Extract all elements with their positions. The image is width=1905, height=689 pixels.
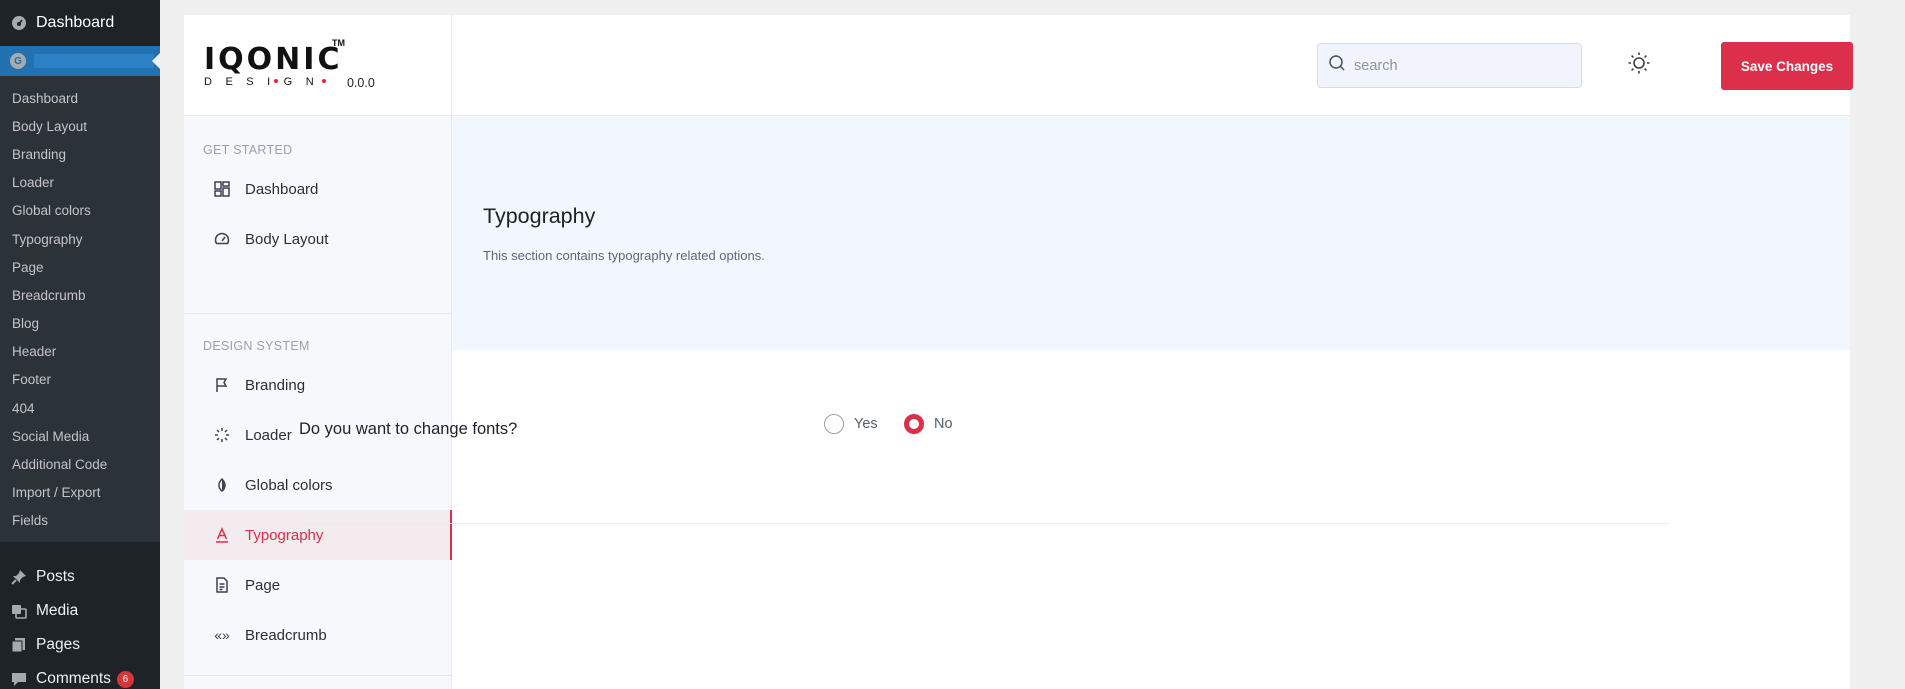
brand-subtitle: DESIGN: [204, 76, 328, 88]
wp-submenu-item[interactable]: Additional Code: [0, 450, 160, 478]
nav-item-breadcrumb[interactable]: «» Breadcrumb: [184, 610, 452, 660]
change-fonts-question: Do you want to change fonts?: [299, 420, 518, 438]
wp-submenu-item[interactable]: Dashboard: [0, 84, 160, 112]
wp-menu-posts[interactable]: Posts: [0, 560, 160, 594]
dashboard-gauge-icon: [10, 14, 28, 32]
wp-submenu-item[interactable]: Fields: [0, 507, 160, 535]
nav-item-label: Typography: [245, 526, 324, 544]
wp-submenu: Dashboard Body Layout Branding Loader Gl…: [0, 76, 160, 542]
wp-menu-pages-label: Pages: [36, 636, 80, 653]
brand-trademark: TM: [332, 38, 345, 48]
option-divider: [299, 523, 1669, 524]
wp-submenu-item[interactable]: Loader: [0, 169, 160, 197]
loader-icon: [213, 426, 231, 444]
wp-submenu-item[interactable]: Header: [0, 338, 160, 366]
breadcrumb-icon: «»: [214, 627, 230, 643]
wp-menu-media[interactable]: Media: [0, 594, 160, 628]
active-menu-arrow: [152, 53, 160, 69]
wp-menu-plugin-active[interactable]: G: [0, 46, 160, 76]
gauge-icon: [213, 230, 231, 248]
media-icon: [10, 602, 28, 620]
plugin-logo-icon: G: [10, 53, 26, 69]
brand-logo: IQONIC TM DESIGN 0.0.0: [184, 15, 452, 116]
wp-submenu-item[interactable]: 404: [0, 394, 160, 422]
nav-divider: [184, 675, 452, 676]
radio-yes-circle[interactable]: [824, 414, 844, 434]
wp-menu-comments[interactable]: Comments 6: [0, 662, 160, 689]
wp-admin-sidebar: Dashboard G Dashboard Body Layout Brandi…: [0, 0, 160, 689]
nav-item-label: Loader: [245, 426, 292, 444]
nav-item-label: Global colors: [245, 476, 333, 494]
nav-item-label: Branding: [245, 376, 306, 394]
search-input[interactable]: [1354, 57, 1574, 74]
wp-submenu-item[interactable]: Footer: [0, 366, 160, 394]
wp-menu-pages[interactable]: Pages: [0, 628, 160, 662]
wp-submenu-item[interactable]: Social Media: [0, 422, 160, 450]
flag-icon: [213, 376, 231, 394]
radio-no[interactable]: No: [904, 414, 953, 434]
nav-item-global-colors[interactable]: Global colors: [184, 460, 452, 510]
typography-icon: [213, 526, 231, 544]
wp-menu-dashboard[interactable]: Dashboard: [0, 0, 160, 46]
wp-menu-comments-label: Comments: [36, 670, 111, 687]
wp-submenu-item[interactable]: Branding: [0, 140, 160, 168]
pages-icon: [10, 636, 28, 654]
nav-divider: [184, 313, 452, 314]
save-changes-button[interactable]: Save Changes: [1721, 42, 1853, 90]
pin-icon: [10, 568, 28, 586]
nav-item-body-layout[interactable]: Body Layout: [184, 214, 452, 264]
nav-item-dashboard[interactable]: Dashboard: [184, 164, 452, 214]
search-icon: [1328, 54, 1346, 77]
wp-submenu-item[interactable]: Blog: [0, 310, 160, 338]
wp-menu-posts-label: Posts: [36, 568, 75, 585]
wp-menu-media-label: Media: [36, 602, 79, 619]
radio-no-circle[interactable]: [904, 414, 924, 434]
radio-no-label: No: [934, 416, 953, 432]
wp-submenu-item[interactable]: Breadcrumb: [0, 281, 160, 309]
nav-item-page[interactable]: Page: [184, 560, 452, 610]
settings-nav: GET STARTED Dashboard Body Layout DESIGN…: [184, 116, 452, 689]
comment-icon: [10, 670, 28, 688]
nav-item-label: Page: [245, 576, 281, 594]
wp-submenu-item[interactable]: Body Layout: [0, 112, 160, 140]
nav-group-design-system: DESIGN SYSTEM: [203, 339, 310, 353]
nav-item-label: Body Layout: [245, 230, 329, 248]
search-box[interactable]: [1317, 43, 1582, 88]
contrast-icon: [213, 476, 231, 494]
section-title: Typography: [483, 204, 596, 228]
theme-toggle[interactable]: [1626, 52, 1652, 78]
section-description: This section contains typography related…: [483, 248, 765, 263]
wp-menu-dashboard-label: Dashboard: [36, 14, 115, 31]
comments-count-badge: 6: [116, 670, 134, 688]
nav-item-label: Dashboard: [245, 180, 319, 198]
radio-yes-label: Yes: [854, 416, 878, 432]
brand-wordmark: IQONIC: [204, 42, 343, 77]
nav-item-label: Breadcrumb: [245, 626, 327, 644]
settings-panel: IQONIC TM DESIGN 0.0.0 Save Changes GET …: [184, 15, 1853, 689]
nav-item-branding[interactable]: Branding: [184, 360, 452, 410]
section-header: Typography This section contains typogra…: [452, 116, 1850, 350]
plugin-menu-label-redacted: [34, 54, 154, 68]
nav-group-get-started: GET STARTED: [203, 143, 293, 157]
wp-submenu-item[interactable]: Global colors: [0, 197, 160, 225]
sun-icon: [1627, 51, 1651, 80]
wp-submenu-item[interactable]: Typography: [0, 225, 160, 253]
nav-item-typography[interactable]: Typography: [184, 510, 452, 560]
radio-yes[interactable]: Yes: [824, 414, 878, 434]
page-icon: [213, 576, 231, 594]
wp-submenu-item[interactable]: Import / Export: [0, 479, 160, 507]
version-label: 0.0.0: [347, 76, 375, 90]
wp-submenu-item[interactable]: Page: [0, 253, 160, 281]
dashboard-grid-icon: [213, 180, 231, 198]
top-bar: IQONIC TM DESIGN 0.0.0 Save Changes: [184, 15, 1853, 116]
